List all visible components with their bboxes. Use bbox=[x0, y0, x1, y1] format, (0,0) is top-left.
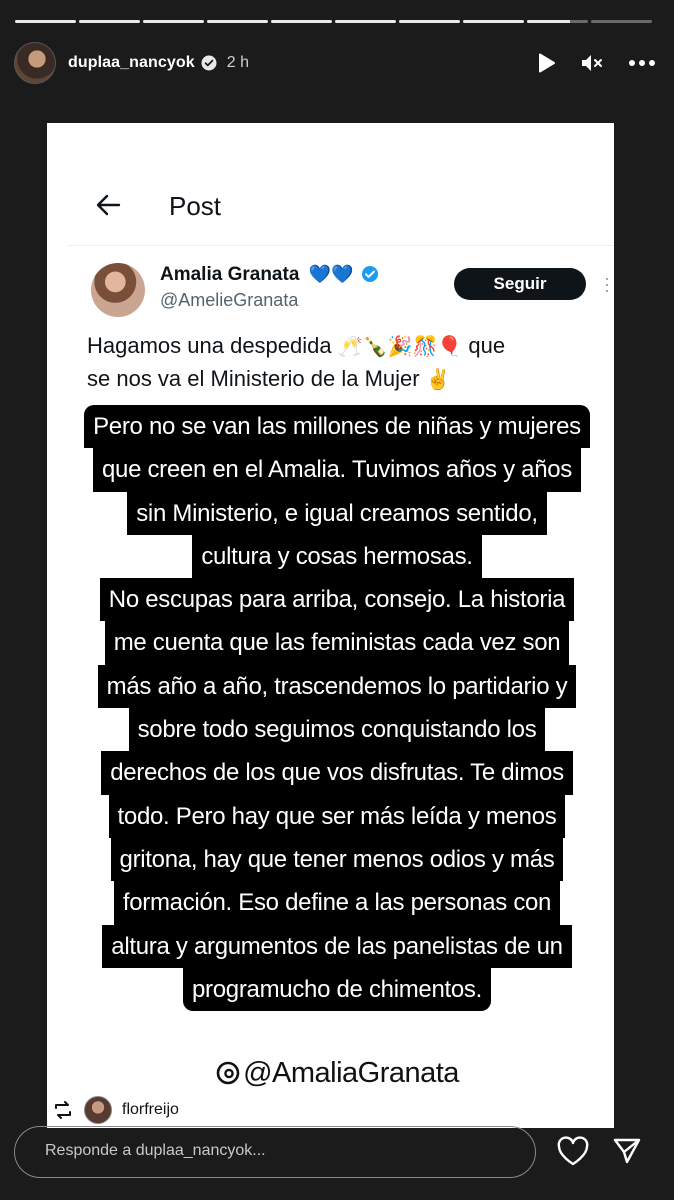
mute-icon[interactable] bbox=[580, 52, 604, 74]
overlay-line: cultura y cosas hermosas. bbox=[192, 534, 482, 579]
progress-fill bbox=[271, 20, 332, 23]
repost-avatar[interactable] bbox=[84, 1096, 112, 1124]
story-header: duplaa_nancyok 2 h bbox=[14, 40, 656, 86]
progress-fill bbox=[463, 20, 524, 23]
progress-segment bbox=[79, 20, 140, 23]
overlay-line: me cuenta que las feministas cada vez so… bbox=[104, 621, 570, 665]
author-handle: @AmelieGranata bbox=[160, 290, 299, 310]
progress-fill bbox=[399, 20, 460, 23]
divider bbox=[67, 245, 614, 246]
threads-icon bbox=[216, 1061, 240, 1085]
tweet-text: Hagamos una despedida 🥂🍾🎉🎊🎈 que se nos v… bbox=[87, 333, 506, 391]
overlay-line: todo. Pero hay que ser más leída y menos bbox=[108, 794, 566, 838]
story-text-overlay: Pero no se van las millones de niñas y m… bbox=[72, 405, 602, 1012]
progress-segment bbox=[527, 20, 588, 23]
story-time: 2 h bbox=[226, 54, 250, 71]
mention-sticker[interactable]: @AmaliaGranata bbox=[0, 1057, 674, 1090]
tweet-more-icon: · · · bbox=[604, 268, 610, 300]
reply-input[interactable] bbox=[43, 1141, 507, 1161]
story-username[interactable]: duplaa_nancyok bbox=[68, 54, 195, 72]
progress-fill bbox=[527, 20, 570, 23]
send-icon[interactable] bbox=[612, 1136, 642, 1166]
avatar[interactable] bbox=[14, 42, 56, 84]
progress-segment bbox=[591, 20, 652, 23]
verified-icon bbox=[361, 266, 378, 282]
progress-segment bbox=[15, 20, 76, 23]
overlay-line: que creen en el Amalia. Tuvimos años y a… bbox=[92, 448, 582, 492]
repost-icon bbox=[55, 1101, 71, 1119]
more-icon[interactable] bbox=[628, 59, 656, 67]
author-name: Amalia Granata 💙💙 bbox=[160, 264, 379, 286]
post-header-title: Post bbox=[169, 191, 222, 221]
tweet-emojis: 🥂🍾🎉🎊🎈 bbox=[337, 336, 463, 358]
overlay-line: sin Ministerio, e igual creamos sentido, bbox=[127, 491, 547, 535]
play-icon[interactable] bbox=[536, 52, 556, 74]
progress-segment bbox=[271, 20, 332, 23]
back-arrow-icon bbox=[96, 194, 121, 216]
story-progress-bar bbox=[15, 20, 652, 23]
overlay-line: más año a año, trascendemos lo partidari… bbox=[97, 664, 577, 709]
reply-bar bbox=[14, 1126, 536, 1178]
progress-segment bbox=[463, 20, 524, 23]
overlay-line: sobre todo seguimos conquistando los bbox=[128, 708, 546, 752]
author-avatar bbox=[91, 263, 145, 317]
progress-fill bbox=[15, 20, 76, 23]
overlay-line: formación. Eso define a las personas con bbox=[113, 881, 561, 925]
progress-fill bbox=[207, 20, 268, 23]
progress-fill bbox=[143, 20, 204, 23]
progress-segment bbox=[207, 20, 268, 23]
repost-attribution[interactable]: florfreijo bbox=[52, 1096, 179, 1124]
overlay-line: gritona, hay que tener menos odios y más bbox=[110, 837, 564, 882]
overlay-line: derechos de los que vos disfrutas. Te di… bbox=[101, 751, 573, 795]
verified-icon bbox=[201, 55, 217, 71]
overlay-line: Pero no se van las millones de niñas y m… bbox=[84, 405, 590, 449]
progress-fill bbox=[79, 20, 140, 23]
heart-icon[interactable] bbox=[556, 1136, 590, 1168]
progress-segment bbox=[335, 20, 396, 23]
follow-button: Seguir bbox=[454, 268, 586, 300]
repost-username[interactable]: florfreijo bbox=[122, 1101, 179, 1119]
overlay-line: altura y argumentos de las panelistas de… bbox=[102, 924, 572, 968]
overlay-line: No escupas para arriba, consejo. La hist… bbox=[99, 578, 575, 622]
progress-fill bbox=[335, 20, 396, 23]
progress-segment bbox=[399, 20, 460, 23]
overlay-line: programucho de chimentos. bbox=[183, 967, 491, 1012]
author-badges: 💙💙 bbox=[308, 264, 354, 284]
peace-emoji: ✌️ bbox=[425, 369, 451, 391]
progress-segment bbox=[143, 20, 204, 23]
